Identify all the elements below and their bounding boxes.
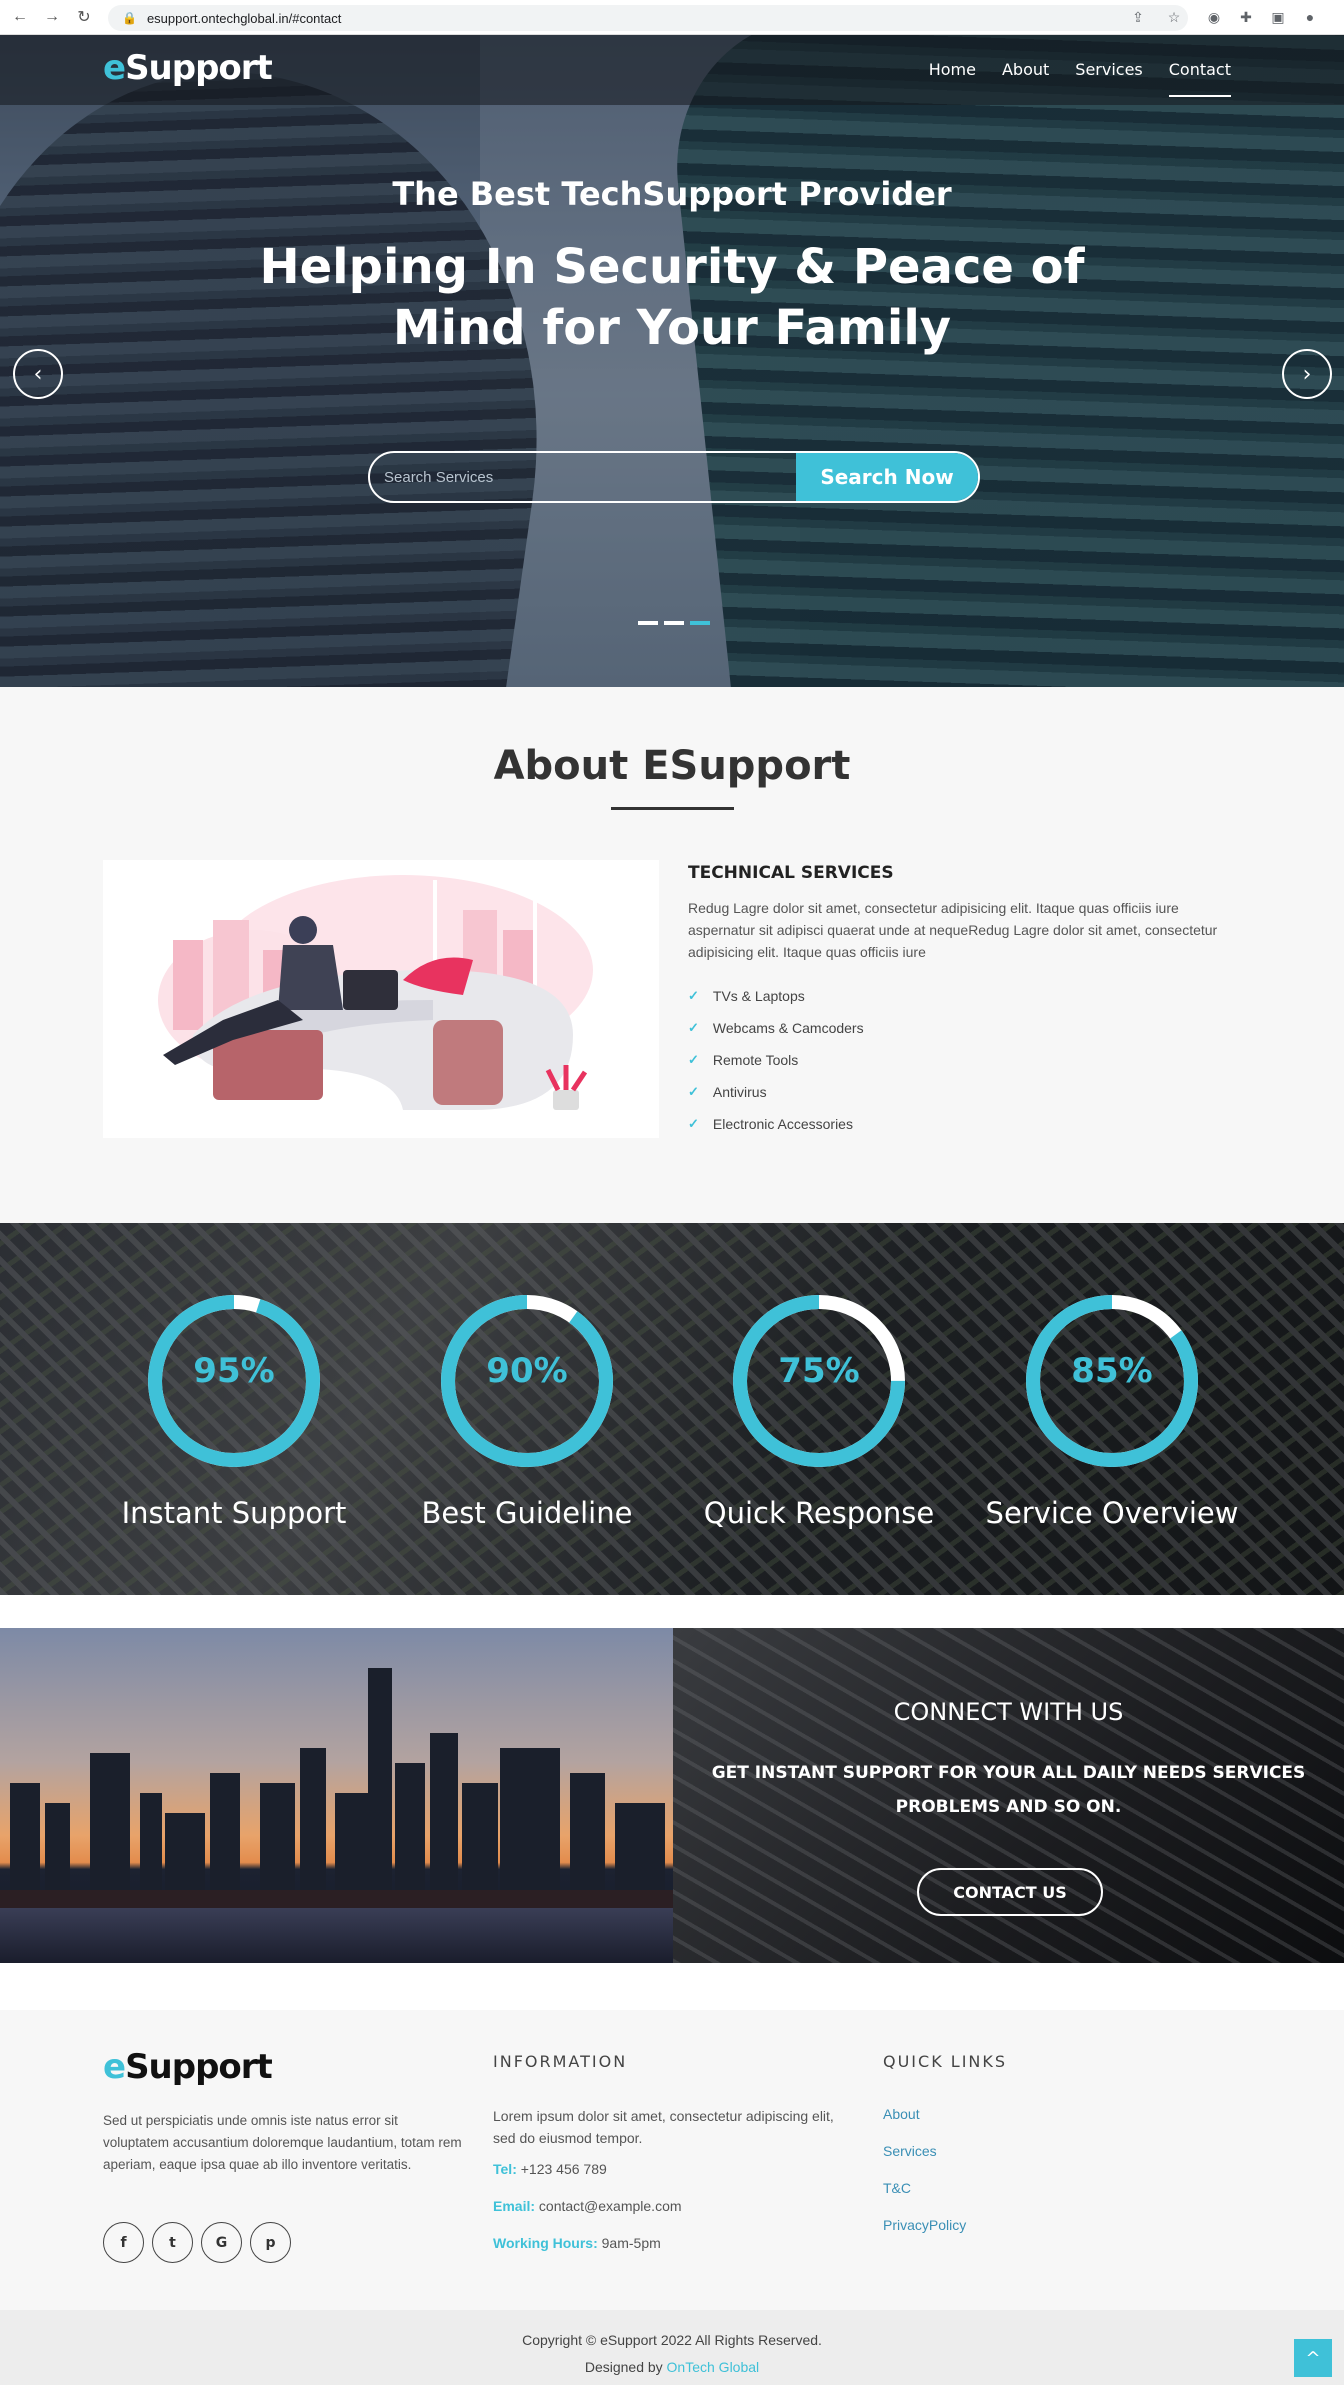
stat-service-overview: 85% Service Overview [982, 1291, 1242, 1530]
menu-home[interactable]: Home [929, 60, 976, 97]
lock-icon: 🔒 [122, 11, 137, 25]
stats-section: 95% Instant Support 90% Best Guideline 7… [0, 1223, 1344, 1595]
site-header: eSupport Home About Services Contact [0, 35, 1344, 105]
profile-avatar-icon[interactable]: ● [1300, 7, 1320, 27]
check-icon: ✓ [688, 1052, 699, 1067]
scroll-to-top-icon[interactable]: ^ [1294, 2339, 1332, 2377]
about-illustration [103, 860, 659, 1138]
url-text: esupport.ontechglobal.in/#contact [146, 10, 342, 26]
connect-section: CONNECT WITH US GET INSTANT SUPPORT FOR … [0, 1628, 1344, 1963]
list-item: ✓ Electronic Accessories [688, 1116, 853, 1132]
site-footer: eSupport Sed ut perspiciatis unde omnis … [0, 2010, 1344, 2310]
stat-percent: 85% [1071, 1351, 1153, 1391]
connect-panel: CONNECT WITH US GET INSTANT SUPPORT FOR … [673, 1628, 1344, 1963]
hero-title: Helping In Security & Peace of Mind for … [259, 239, 1085, 356]
back-icon[interactable]: ← [8, 5, 32, 29]
stat-label: Quick Response [703, 1496, 935, 1530]
quick-link-services[interactable]: Services [883, 2143, 937, 2159]
city-skyline-image [0, 1628, 673, 1963]
information-text: Lorem ipsum dolor sit amet, consectetur … [493, 2108, 834, 2146]
reload-icon[interactable]: ↻ [72, 5, 96, 29]
quick-links-heading: QUICK LINKS [883, 2052, 1008, 2071]
slider-dot-active[interactable] [690, 621, 710, 625]
share-icon[interactable]: ⇪ [1128, 7, 1148, 27]
stat-label: Instant Support [121, 1496, 347, 1530]
footer-description: Sed ut perspiciatis unde omnis iste natu… [103, 2113, 462, 2172]
search-input[interactable] [370, 453, 796, 501]
stat-percent: 90% [486, 1351, 568, 1391]
search-button[interactable]: Search Now [796, 453, 978, 501]
hero-text: The Best TechSupport Provider Helping In… [0, 175, 1344, 359]
extension-color-icon[interactable]: ◉ [1204, 7, 1224, 27]
bookmark-star-icon[interactable]: ☆ [1164, 7, 1184, 27]
stat-instant-support: 95% Instant Support [104, 1291, 364, 1530]
twitter-icon[interactable]: t [152, 2222, 193, 2263]
list-item: ✓ TVs & Laptops [688, 988, 805, 1004]
slider-prev-icon[interactable]: ‹ [13, 349, 63, 399]
about-heading: About ESupport [493, 743, 851, 789]
services-list: ✓ TVs & Laptops ✓ Webcams & Camcoders ✓ Rem… [688, 980, 864, 1140]
extensions-puzzle-icon[interactable]: ✚ [1236, 7, 1256, 27]
tel-line: Tel: +123 456 789 [493, 2161, 607, 2177]
pinterest-icon[interactable]: p [250, 2222, 291, 2263]
browser-toolbar: ← → ↻ 🔒 esupport.ontechglobal.in/#contac… [0, 0, 1344, 35]
list-item: ✓ Webcams & Camcoders [688, 1020, 864, 1036]
slider-dot[interactable] [638, 621, 658, 625]
hours-line: Working Hours: 9am-5pm [493, 2235, 661, 2251]
check-icon: ✓ [688, 1116, 699, 1131]
stat-best-guideline: 90% Best Guideline [397, 1291, 657, 1530]
stat-label: Service Overview [985, 1496, 1239, 1530]
menu-contact[interactable]: Contact [1168, 60, 1232, 97]
list-item: ✓ Remote Tools [688, 1052, 799, 1068]
google-icon[interactable]: G [201, 2222, 242, 2263]
email-line: Email: contact@example.com [493, 2198, 682, 2214]
stat-percent: 75% [778, 1351, 860, 1391]
forward-icon[interactable]: → [40, 5, 64, 29]
check-icon: ✓ [688, 1084, 699, 1099]
address-bar[interactable]: 🔒 esupport.ontechglobal.in/#contact [108, 5, 1188, 31]
information-heading: INFORMATION [493, 2052, 628, 2071]
slider-indicators [638, 621, 710, 625]
menu-services[interactable]: Services [1075, 60, 1142, 97]
check-icon: ✓ [688, 1020, 699, 1035]
facebook-icon[interactable]: f [103, 2222, 144, 2263]
copyright-text: Copyright © eSupport 2022 All Rights Res… [522, 2332, 822, 2348]
heading-underline [611, 807, 734, 810]
stat-percent: 95% [193, 1351, 275, 1391]
quick-link-privacy[interactable]: PrivacyPolicy [883, 2217, 966, 2233]
technical-services-text: Redug Lagre dolor sit amet, consectetur … [688, 900, 1218, 960]
site-logo[interactable]: eSupport [103, 48, 273, 88]
check-icon: ✓ [688, 988, 699, 1003]
designer-link[interactable]: OnTech Global [667, 2359, 760, 2375]
list-item: ✓ Antivirus [688, 1084, 767, 1100]
menu-about[interactable]: About [1002, 60, 1049, 97]
hero-subtitle: The Best TechSupport Provider [392, 175, 952, 213]
quick-link-about[interactable]: About [883, 2106, 920, 2122]
stat-label: Best Guideline [421, 1496, 633, 1530]
footer-logo[interactable]: eSupport [103, 2047, 273, 2087]
footer-bottom-bar: Copyright © eSupport 2022 All Rights Res… [0, 2310, 1344, 2385]
connect-text: GET INSTANT SUPPORT FOR YOUR ALL DAILY N… [711, 1763, 1306, 1817]
designed-by: Designed by OnTech Global [584, 2359, 760, 2375]
quick-link-tc[interactable]: T&C [883, 2180, 911, 2196]
about-section: About ESupport TECHNICAL SERVICES Redug … [0, 687, 1344, 1223]
social-links: f t G p [103, 2222, 291, 2263]
search-form: Search Now [368, 451, 980, 503]
slider-dot[interactable] [664, 621, 684, 625]
stat-quick-response: 75% Quick Response [689, 1291, 949, 1530]
contact-us-button[interactable]: CONTACT US [917, 1868, 1103, 1916]
side-panel-icon[interactable]: ▣ [1268, 7, 1288, 27]
technical-services-heading: TECHNICAL SERVICES [688, 863, 894, 883]
connect-heading: CONNECT WITH US [893, 1698, 1124, 1726]
hero-slider [0, 35, 1344, 687]
slider-next-icon[interactable]: › [1282, 349, 1332, 399]
main-menu: Home About Services Contact [929, 60, 1232, 97]
